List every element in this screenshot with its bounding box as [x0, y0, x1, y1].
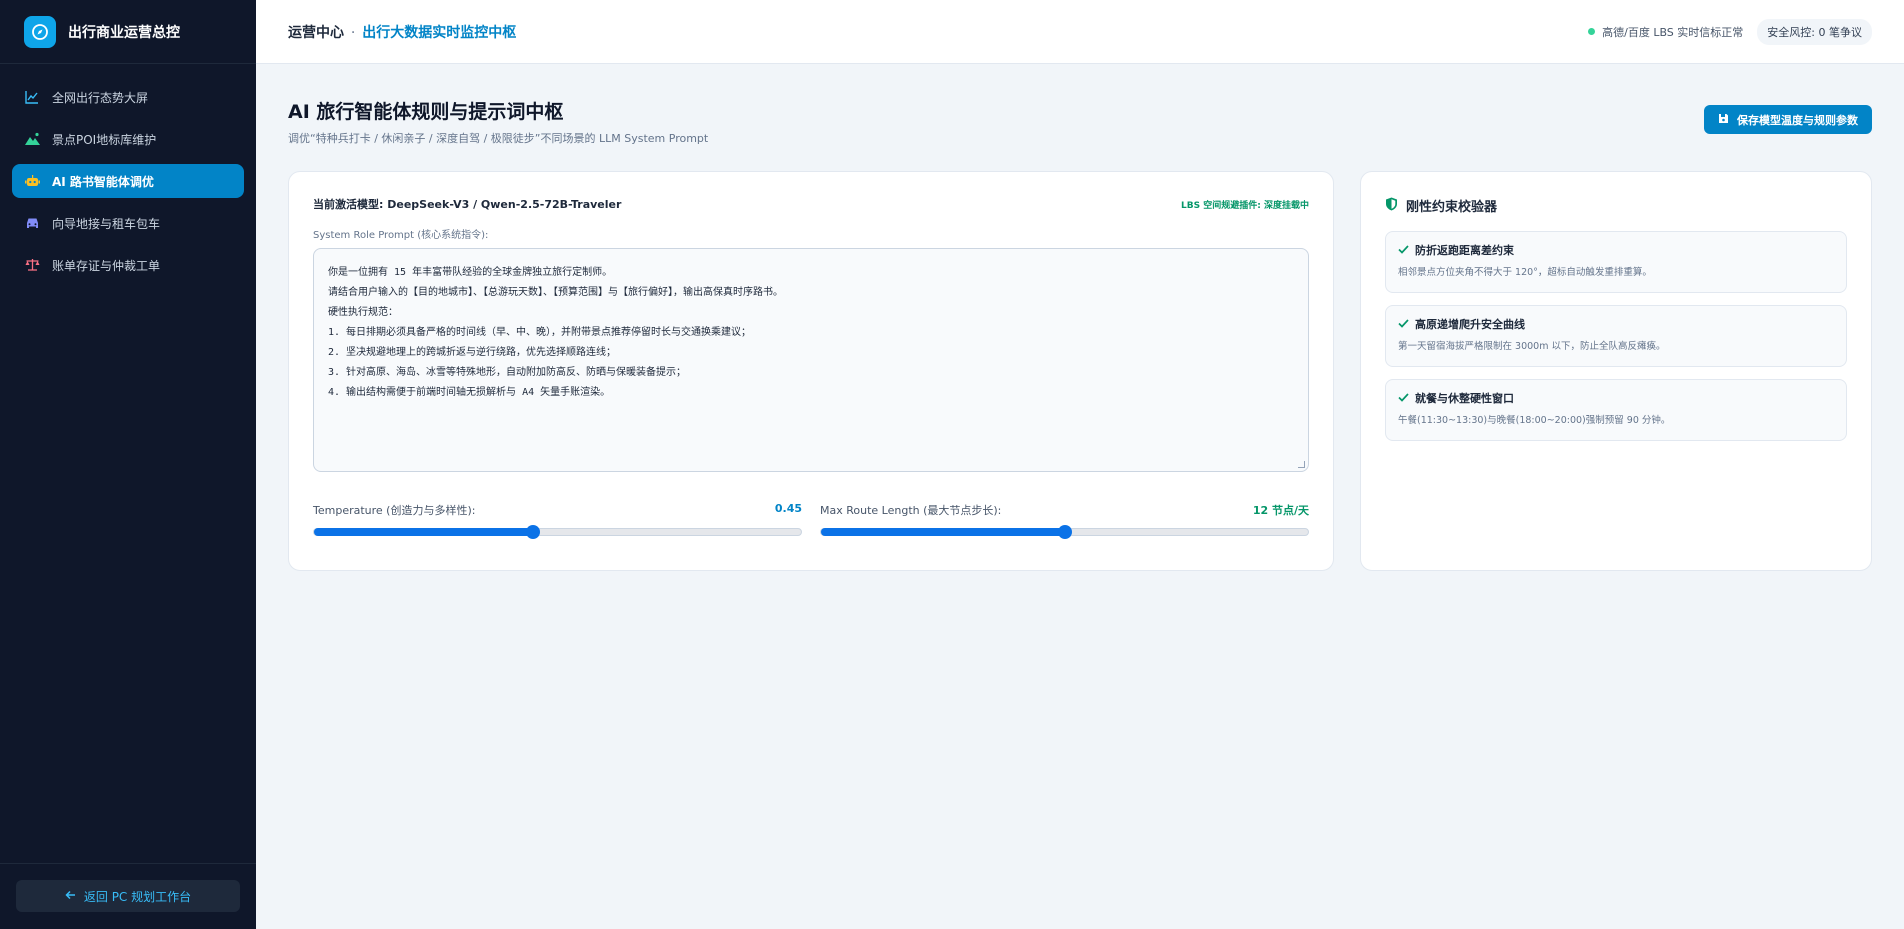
temperature-control: Temperature (创造力与多样性): 0.45 [313, 502, 802, 539]
arrow-left-icon [65, 889, 76, 903]
prompt-editor-card: 当前激活模型: DeepSeek-V3 / Qwen-2.5-72B-Trave… [288, 171, 1334, 571]
check-icon [1398, 244, 1409, 257]
save-button-label: 保存模型温度与规则参数 [1737, 113, 1858, 127]
prompt-line: 硬性执行规范： [328, 307, 398, 318]
editor-top-row: 当前激活模型: DeepSeek-V3 / Qwen-2.5-72B-Trave… [313, 196, 1309, 212]
breadcrumb: 运营中心 · 出行大数据实时监控中枢 [288, 22, 516, 42]
rule-title-row: 就餐与休整硬性窗口 [1398, 390, 1834, 406]
prompt-line: 3. 针对高原、海岛、冰雪等特殊地形，自动附加防高反、防晒与保暖装备提示； [328, 367, 687, 378]
sidebar-item-billing[interactable]: 账单存证与仲裁工单 [12, 248, 244, 282]
validator-title-row: 刚性约束校验器 [1385, 196, 1847, 215]
rule-title: 防折返跑距离差约束 [1415, 244, 1514, 257]
prompt-field-label: System Role Prompt (核心系统指令): [313, 230, 489, 241]
sidebar-item-label: AI 路书智能体调优 [52, 174, 154, 189]
sidebar-item-poi[interactable]: 景点POI地标库维护 [12, 122, 244, 156]
lbs-plugin-status: LBS 空间规避插件: 深度挂载中 [1181, 200, 1309, 211]
rule-description: 相邻景点方位夹角不得大于 120°，超标自动触发重排重算。 [1398, 267, 1652, 278]
sidebar-item-label: 账单存证与仲裁工单 [52, 258, 161, 273]
shield-check-icon [1385, 197, 1398, 215]
rule-title: 就餐与休整硬性窗口 [1415, 392, 1514, 405]
route-length-header: Max Route Length (最大节点步长): 12 节点/天 [820, 502, 1309, 518]
back-to-workbench-button[interactable]: 返回 PC 规划工作台 [16, 880, 240, 912]
sidebar: 出行商业运营总控 全网出行态势大屏 景点POI地标库维护 AI 路书智能体调优 … [0, 0, 256, 929]
header-status-area: 高德/百度 LBS 实时信标正常 安全风控: 0 笔争议 [1588, 18, 1872, 45]
breadcrumb-current: 出行大数据实时监控中枢 [362, 24, 517, 41]
lbs-status-text: 高德/百度 LBS 实时信标正常 [1602, 25, 1744, 39]
chart-line-icon [24, 89, 40, 105]
route-length-slider-thumb[interactable] [1057, 525, 1072, 539]
active-model-label: 当前激活模型: DeepSeek-V3 / Qwen-2.5-72B-Trave… [313, 198, 622, 211]
prompt-line: 1. 每日排期必须具备严格的时间线（早、中、晚），并附带景点推荐停留时长与交通换… [328, 327, 752, 338]
page-header: AI 旅行智能体规则与提示词中枢 调优“特种兵打卡 / 休闲亲子 / 深度自驾 … [288, 96, 1872, 146]
sidebar-item-label: 全网出行态势大屏 [52, 90, 149, 105]
rule-title: 高原递增爬升安全曲线 [1415, 318, 1525, 331]
resize-handle-icon[interactable] [1298, 461, 1305, 468]
temperature-header: Temperature (创造力与多样性): 0.45 [313, 502, 802, 518]
route-length-control: Max Route Length (最大节点步长): 12 节点/天 [820, 502, 1309, 539]
main-content: AI 旅行智能体规则与提示词中枢 调优“特种兵打卡 / 休闲亲子 / 深度自驾 … [256, 64, 1904, 929]
status-dot-icon [1588, 28, 1596, 35]
constraint-validator-card: 刚性约束校验器 防折返跑距离差约束 相邻景点方位夹角不得大于 120°，超标自动… [1360, 171, 1872, 571]
scale-icon [24, 257, 40, 273]
prompt-line: 请结合用户输入的【目的地城市】、【总游玩天数】、【预算范围】与【旅行偏好】，输出… [328, 287, 783, 298]
brand: 出行商业运营总控 [0, 0, 256, 64]
check-icon [1398, 392, 1409, 405]
page-subtitle: 调优“特种兵打卡 / 休闲亲子 / 深度自驾 / 极限徒步”不同场景的 LLM … [288, 132, 709, 145]
save-params-button[interactable]: 保存模型温度与规则参数 [1704, 105, 1872, 134]
temperature-slider-fill [314, 528, 534, 536]
temperature-value: 0.45 [774, 502, 802, 515]
brand-title: 出行商业运营总控 [68, 24, 180, 41]
rule-item: 防折返跑距离差约束 相邻景点方位夹角不得大于 120°，超标自动触发重排重算。 [1385, 231, 1847, 293]
rule-item: 高原递增爬升安全曲线 第一天留宿海拔严格限制在 3000m 以下，防止全队高反瘫… [1385, 305, 1847, 367]
compass-icon [24, 15, 56, 48]
sidebar-item-dashboard[interactable]: 全网出行态势大屏 [12, 80, 244, 114]
temperature-label: Temperature (创造力与多样性): [313, 504, 476, 517]
sidebar-item-guides[interactable]: 向导地接与租车包车 [12, 206, 244, 240]
route-length-value: 12 节点/天 [1252, 504, 1309, 517]
rule-title-row: 防折返跑距离差约束 [1398, 242, 1834, 258]
sidebar-item-ai-tuning[interactable]: AI 路书智能体调优 [12, 164, 244, 198]
check-icon [1398, 318, 1409, 331]
car-icon [24, 215, 40, 231]
sidebar-item-label: 向导地接与租车包车 [52, 216, 161, 231]
route-length-label: Max Route Length (最大节点步长): [820, 504, 1002, 517]
rule-description: 午餐(11:30~13:30)与晚餐(18:00~20:00)强制预留 90 分… [1398, 415, 1671, 426]
temperature-slider-thumb[interactable] [526, 525, 541, 539]
rule-list: 防折返跑距离差约束 相邻景点方位夹角不得大于 120°，超标自动触发重排重算。 … [1385, 231, 1847, 441]
sidebar-footer: 返回 PC 规划工作台 [0, 863, 256, 929]
system-prompt-textarea[interactable]: 你是一位拥有 15 年丰富带队经验的全球金牌独立旅行定制师。 请结合用户输入的【… [313, 248, 1309, 472]
route-length-slider[interactable] [820, 525, 1309, 539]
top-header: 运营中心 · 出行大数据实时监控中枢 高德/百度 LBS 实时信标正常 安全风控… [256, 0, 1904, 64]
breadcrumb-root[interactable]: 运营中心 [288, 25, 344, 41]
risk-badge: 安全风控: 0 笔争议 [1757, 18, 1872, 45]
sidebar-nav: 全网出行态势大屏 景点POI地标库维护 AI 路书智能体调优 向导地接与租车包车… [0, 64, 256, 282]
slider-row: Temperature (创造力与多样性): 0.45 Max Route Le… [313, 502, 1309, 539]
content-grid: 当前激活模型: DeepSeek-V3 / Qwen-2.5-72B-Trave… [288, 171, 1872, 571]
breadcrumb-separator: · [350, 24, 356, 41]
lbs-status: 高德/百度 LBS 实时信标正常 [1588, 24, 1743, 40]
rule-title-row: 高原递增爬升安全曲线 [1398, 316, 1834, 332]
route-length-slider-fill [821, 528, 1065, 536]
back-button-label: 返回 PC 规划工作台 [83, 889, 192, 904]
save-icon [1718, 113, 1729, 127]
validator-title: 刚性约束校验器 [1406, 200, 1498, 215]
robot-icon [24, 173, 40, 189]
sidebar-item-label: 景点POI地标库维护 [52, 132, 157, 147]
rule-item: 就餐与休整硬性窗口 午餐(11:30~13:30)与晚餐(18:00~20:00… [1385, 379, 1847, 441]
rule-description: 第一天留宿海拔严格限制在 3000m 以下，防止全队高反瘫痪。 [1398, 341, 1666, 352]
prompt-line: 2. 坚决规避地理上的跨城折返与逆行绕路，优先选择顺路连线； [328, 347, 617, 358]
temperature-slider[interactable] [313, 525, 802, 539]
prompt-line: 你是一位拥有 15 年丰富带队经验的全球金牌独立旅行定制师。 [328, 267, 613, 278]
page-title: AI 旅行智能体规则与提示词中枢 [288, 101, 564, 123]
prompt-line: 4. 输出结构需便于前端时间轴无损解析与 A4 矢量手账渲染。 [328, 387, 611, 398]
mountain-icon [24, 131, 40, 147]
